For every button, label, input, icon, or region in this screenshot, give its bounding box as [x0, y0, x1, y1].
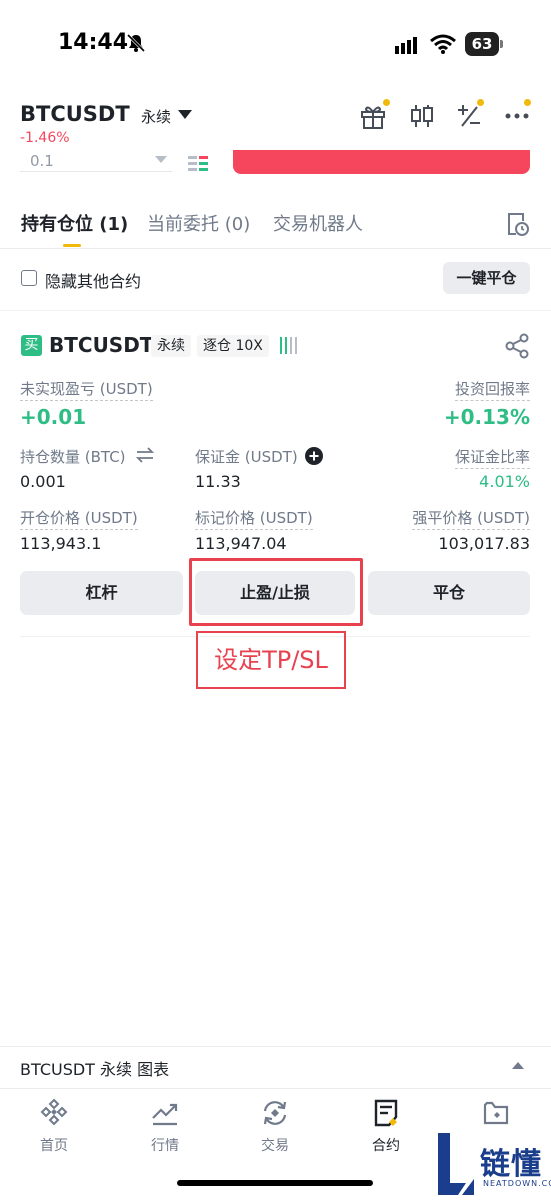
position-size-value: 0.001 [20, 472, 66, 491]
contract-type-tag: 永续 [151, 335, 191, 357]
quantity-input[interactable]: 0.1 [20, 150, 172, 172]
price-change: -1.46% [20, 130, 70, 146]
chevron-down-icon[interactable] [155, 156, 167, 163]
home-icon [40, 1098, 68, 1126]
tabs-divider [0, 248, 551, 249]
liquidation-price-label: 强平价格 (USDT) [412, 507, 530, 530]
home-indicator [177, 1180, 373, 1186]
margin-mode-tag[interactable]: 逐仓 10X [197, 335, 269, 357]
bell-muted-icon [126, 33, 146, 53]
tp-sl-annotation: 设定TP/SL [196, 631, 346, 689]
nav-trade-label: 交易 [261, 1138, 289, 1154]
markets-icon [152, 1103, 178, 1126]
margin-label: 保证金 (USDT) [195, 448, 298, 466]
gift-icon[interactable] [359, 102, 387, 130]
mark-price-label: 标记价格 (USDT) [195, 507, 313, 530]
signal-icon [395, 37, 417, 54]
nav-futures-label: 合约 [372, 1138, 400, 1154]
tp-sl-highlight [189, 558, 363, 626]
mark-price-value: 113,947.04 [195, 534, 287, 553]
active-tab-indicator [63, 244, 81, 247]
watermark-logo [438, 1133, 474, 1195]
more-icon[interactable] [503, 102, 531, 130]
margin-ratio-label: 保证金比率 [454, 446, 530, 469]
risk-level-icon [280, 337, 297, 354]
entry-price-value: 113,943.1 [20, 534, 102, 553]
position-size-label: 持仓数量 (BTC) [20, 448, 126, 466]
tab-open-orders[interactable]: 当前委托 (0) [147, 210, 250, 236]
nav-futures[interactable]: 合约 [346, 1098, 426, 1158]
futures-icon [374, 1099, 398, 1127]
side-badge: 买 [21, 335, 42, 356]
hide-other-checkbox[interactable] [21, 270, 37, 286]
unrealized-pnl-value: +0.01 [20, 405, 87, 429]
wallet-icon [483, 1101, 509, 1125]
order-history-icon[interactable] [504, 211, 530, 237]
section-divider [0, 310, 551, 311]
close-all-button[interactable]: 一键平仓 [443, 262, 530, 294]
nav-home-label: 首页 [40, 1138, 68, 1154]
wifi-icon [430, 34, 456, 54]
swap-unit-icon[interactable] [136, 446, 154, 464]
nav-markets[interactable]: 行情 [125, 1098, 205, 1158]
hide-other-label[interactable]: 隐藏其他合约 [45, 268, 141, 292]
watermark-subtext: NEATDOWN.COM [483, 1179, 551, 1188]
notification-dot [477, 99, 484, 106]
battery-indicator: 63 [465, 32, 503, 56]
add-margin-icon[interactable] [305, 447, 323, 465]
roi-value: +0.13% [443, 405, 530, 429]
leverage-button[interactable]: 杠杆 [20, 571, 183, 615]
position-symbol[interactable]: BTCUSDT [49, 333, 153, 357]
close-position-button[interactable]: 平仓 [368, 571, 530, 615]
share-icon[interactable] [504, 333, 530, 359]
margin-value: 11.33 [195, 472, 241, 491]
tab-positions[interactable]: 持有仓位 (1) [21, 210, 128, 236]
tab-trading-bots[interactable]: 交易机器人 [273, 210, 363, 236]
battery-tip [500, 40, 503, 48]
candlestick-chart-icon[interactable] [408, 102, 436, 130]
margin-ratio-value: 4.01% [479, 472, 530, 491]
status-time: 14:44 [58, 30, 129, 55]
liquidation-price-value: 103,017.83 [438, 534, 530, 553]
chevron-up-icon[interactable] [512, 1062, 524, 1069]
trade-icon [263, 1101, 287, 1125]
notification-dot [524, 99, 531, 106]
nav-home[interactable]: 首页 [14, 1098, 94, 1158]
notification-dot [383, 99, 390, 106]
calculator-icon[interactable] [455, 102, 483, 130]
nav-trade[interactable]: 交易 [235, 1098, 315, 1158]
watermark-text: 链懂 [480, 1147, 542, 1182]
order-book-toggle-icon[interactable] [188, 156, 210, 172]
unrealized-pnl-label: 未实现盈亏 (USDT) [20, 378, 153, 401]
battery-level: 63 [465, 32, 499, 56]
roi-label: 投资回报率 [454, 378, 530, 401]
nav-markets-label: 行情 [151, 1138, 179, 1154]
chart-drawer-label[interactable]: BTCUSDT 永续 图表 [20, 1056, 169, 1080]
sell-button[interactable] [233, 150, 530, 174]
chevron-down-icon[interactable] [178, 110, 192, 119]
contract-type: 永续 [141, 108, 172, 126]
pair-selector[interactable]: BTCUSDT [20, 102, 130, 126]
status-bar: 14:44 63 [0, 0, 551, 90]
entry-price-label: 开仓价格 (USDT) [20, 507, 138, 530]
